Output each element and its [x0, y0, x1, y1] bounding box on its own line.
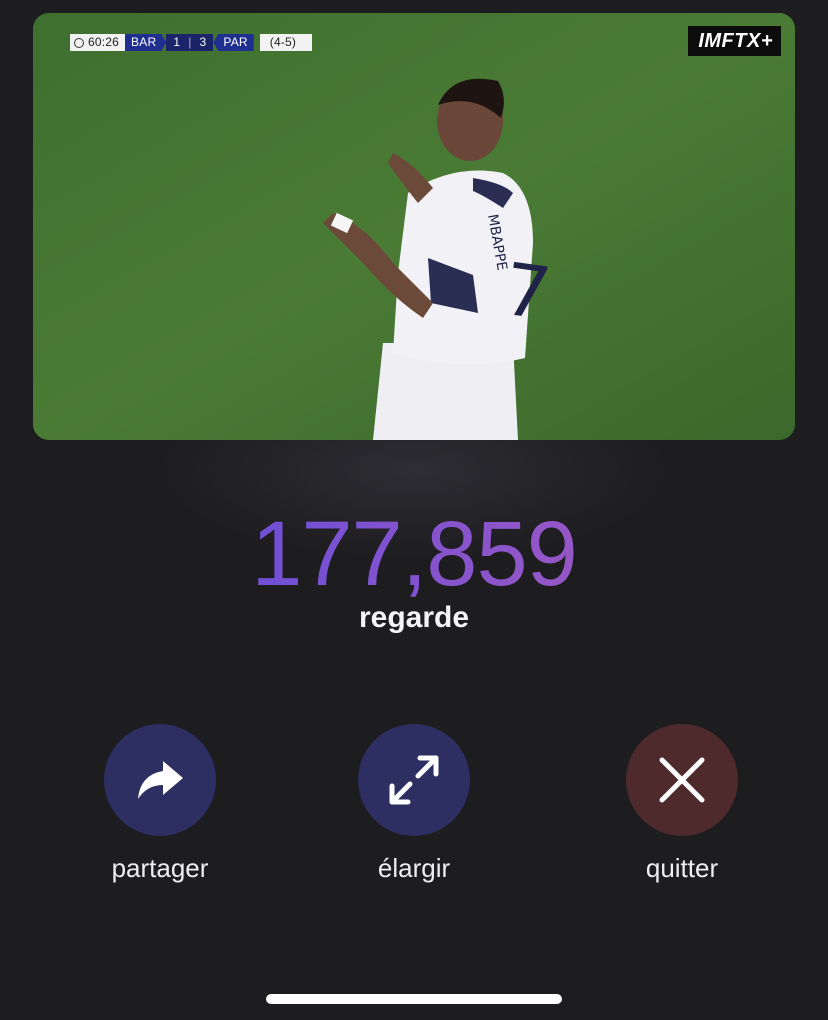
channel-logo: IMFTX+	[688, 26, 781, 56]
share-arrow-icon	[138, 761, 183, 799]
expand-arrows-icon	[389, 755, 439, 805]
match-clock-text: 60:26	[88, 35, 120, 49]
video-player[interactable]: 7 MBAPPE 60:26 BAR 1 | 3 PAR (4-5) IMFTX…	[33, 13, 795, 440]
viewer-label: regarde	[358, 601, 470, 634]
close-x-icon	[659, 757, 705, 803]
share-button[interactable]	[104, 724, 216, 836]
quit-button[interactable]	[626, 724, 738, 836]
away-score: 3	[199, 35, 207, 49]
score: 1 | 3	[166, 34, 214, 51]
expand-label: élargir	[377, 853, 451, 883]
quit-label: quitter	[645, 853, 719, 883]
aggregate-score: (4-5)	[259, 34, 312, 51]
home-indicator[interactable]	[266, 994, 562, 1004]
home-team: BAR	[125, 34, 167, 51]
away-team: PAR	[213, 34, 254, 51]
quit-action[interactable]: quitter	[592, 724, 772, 884]
home-score: 1	[173, 35, 181, 49]
video-frame: 7 MBAPPE	[33, 13, 795, 440]
soccer-ball-icon	[74, 37, 84, 48]
share-action[interactable]: partager	[70, 724, 250, 884]
expand-button[interactable]	[358, 724, 470, 836]
match-clock: 60:26	[70, 34, 126, 51]
viewer-count: 177,859	[0, 504, 828, 604]
score-divider: |	[188, 35, 192, 49]
scoreboard: 60:26 BAR 1 | 3 PAR (4-5)	[70, 34, 312, 51]
live-stream-screen: 7 MBAPPE 60:26 BAR 1 | 3 PAR (4-5) IMFTX…	[0, 0, 828, 1020]
share-label: partager	[111, 853, 209, 883]
expand-action[interactable]: élargir	[324, 724, 504, 884]
